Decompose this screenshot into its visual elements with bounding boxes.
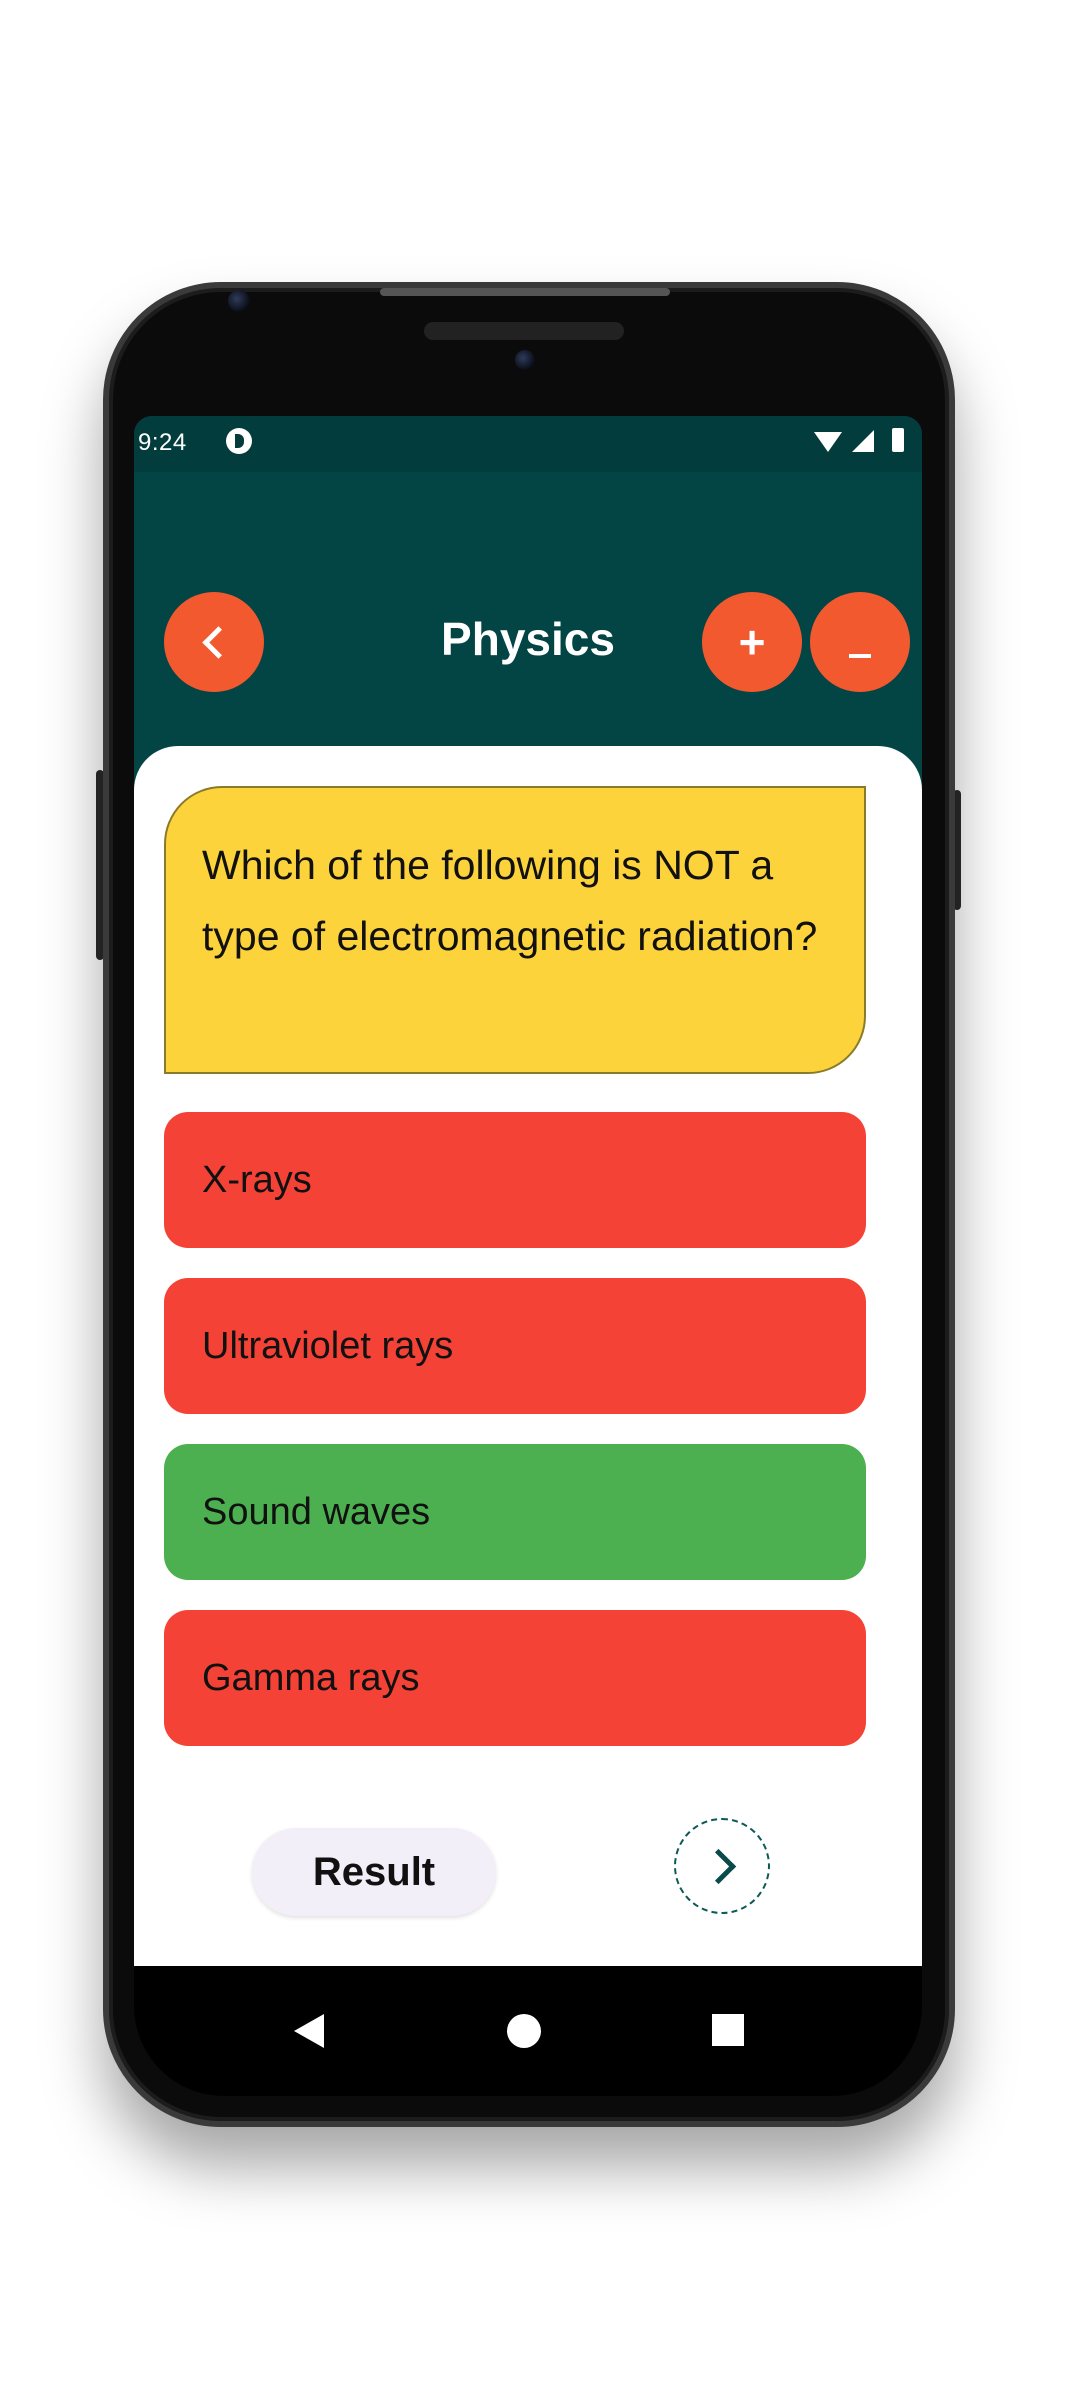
result-button-label: Result — [312, 1849, 436, 1894]
phone-top-rim — [380, 288, 670, 296]
increase-button[interactable]: + — [702, 592, 802, 692]
status-bar: 9:24 — [134, 416, 922, 472]
chevron-right-icon — [700, 1848, 736, 1884]
nav-back-icon[interactable] — [294, 2014, 324, 2048]
minus-icon — [849, 654, 871, 658]
screen: 9:24 Physics + Which of the following is… — [134, 416, 922, 1966]
answer-option-label: Ultraviolet rays — [202, 1324, 454, 1367]
front-sensor-icon — [515, 350, 535, 370]
app-bar: Physics + — [134, 472, 922, 742]
page-title: Physics — [441, 613, 615, 665]
nav-recents-icon[interactable] — [712, 2014, 744, 2046]
answer-option[interactable]: Ultraviolet rays — [164, 1278, 866, 1414]
front-camera-icon — [228, 290, 250, 312]
answer-option[interactable]: Gamma rays — [164, 1610, 866, 1746]
status-time: 9:24 — [138, 429, 187, 456]
plus-icon: + — [738, 616, 766, 668]
next-button[interactable] — [674, 1818, 770, 1914]
question-box: Which of the following is NOT a type of … — [164, 786, 866, 1074]
battery-icon — [892, 428, 904, 452]
answer-option[interactable]: X-rays — [164, 1112, 866, 1248]
answer-option-label: Sound waves — [202, 1490, 431, 1533]
quiz-card: Which of the following is NOT a type of … — [134, 746, 922, 1966]
decrease-button[interactable] — [810, 592, 910, 692]
wifi-icon — [814, 432, 842, 452]
result-button[interactable]: Result — [252, 1828, 496, 1916]
signal-icon — [852, 430, 874, 452]
notification-app-icon — [226, 428, 252, 454]
stage: 9:24 Physics + Which of the following is… — [0, 0, 1080, 2400]
nav-home-icon[interactable] — [507, 2014, 541, 2048]
phone-earpiece — [424, 322, 624, 340]
answer-option-label: X-rays — [202, 1158, 312, 1201]
answer-option-correct[interactable]: Sound waves — [164, 1444, 866, 1580]
question-text: Which of the following is NOT a type of … — [202, 842, 818, 959]
answer-option-label: Gamma rays — [202, 1656, 420, 1699]
navigation-bar — [134, 1966, 922, 2096]
